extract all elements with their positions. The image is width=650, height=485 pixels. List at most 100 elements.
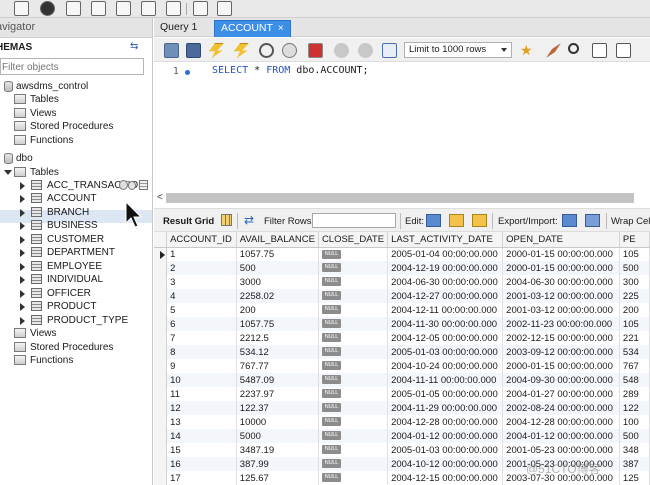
expand-toggle-icon[interactable]	[20, 195, 25, 203]
table-cell[interactable]: 2004-06-30 00:00:00.000	[502, 275, 620, 289]
row-header[interactable]	[154, 387, 168, 401]
stop-icon[interactable]	[282, 43, 297, 58]
new-sql-tab-icon[interactable]	[14, 1, 29, 16]
scroll-left-icon[interactable]: <	[157, 192, 163, 203]
table-cell[interactable]: 1057.75	[236, 317, 319, 331]
row-header[interactable]	[154, 275, 168, 289]
toggle-stop-on-error-icon[interactable]	[308, 43, 323, 58]
wrench-icon[interactable]	[128, 181, 136, 190]
table-cell[interactable]: 2005-01-05 00:00:00.000	[387, 387, 504, 401]
table-cell[interactable]: 7	[166, 331, 237, 345]
table-row[interactable]: 4 2258.02 NULL 2004-12-27 00:00:00.000 2001-…	[154, 289, 650, 303]
refresh-icon[interactable]: ⇄	[244, 214, 254, 226]
table-row[interactable]: 15 3487.19 NULL 2005-01-03 00:00:00.000 2001…	[154, 443, 650, 457]
table-cell[interactable]: 2237.97	[236, 387, 319, 401]
grid-view-icon[interactable]	[221, 214, 232, 226]
table-cell[interactable]: 767	[619, 359, 650, 373]
table-row[interactable]: 14 5000 NULL 2004-01-12 00:00:00.000 2004-01…	[154, 429, 650, 443]
row-header[interactable]	[154, 401, 168, 415]
scrollbar-thumb[interactable]	[166, 193, 634, 203]
add-snippet-icon[interactable]: ★	[520, 43, 535, 58]
table-cell-null[interactable]: NULL	[318, 303, 389, 317]
table-cell[interactable]: 122	[619, 401, 650, 415]
create-table-icon[interactable]	[91, 1, 106, 16]
table-cell[interactable]: 105	[619, 317, 650, 331]
table-cell[interactable]: 2005-01-04 00:00:00.000	[387, 247, 504, 261]
table-cell[interactable]: 2258.02	[236, 289, 319, 303]
table-cell[interactable]: 534	[619, 345, 650, 359]
expand-toggle-icon[interactable]	[20, 222, 25, 230]
table-cell-null[interactable]: NULL	[318, 387, 389, 401]
table-cell[interactable]: 2004-12-11 00:00:00.000	[387, 303, 504, 317]
table-cell[interactable]: 4	[166, 289, 237, 303]
create-schema-icon[interactable]	[66, 1, 81, 16]
row-header[interactable]	[154, 317, 168, 331]
explain-icon[interactable]	[259, 43, 274, 58]
table-cell[interactable]: 10	[166, 373, 237, 387]
row-header[interactable]	[154, 359, 168, 373]
execute-icon[interactable]	[209, 43, 224, 58]
table-cell[interactable]: 500	[619, 261, 650, 275]
table-cell[interactable]: 2000-01-15 00:00:00.000	[502, 247, 620, 261]
table-cell[interactable]: 2004-12-28 00:00:00.000	[502, 415, 620, 429]
table-cell[interactable]: 6	[166, 317, 237, 331]
table-row[interactable]: 6 1057.75 NULL 2004-11-30 00:00:00.000 2002-…	[154, 317, 650, 331]
table-row[interactable]: 1 1057.75 NULL 2005-01-04 00:00:00.000 2000-…	[154, 247, 650, 261]
expand-toggle-icon[interactable]	[20, 290, 25, 298]
table-cell[interactable]: 2004-01-27 00:00:00.000	[502, 387, 620, 401]
expand-toggle-icon[interactable]	[20, 249, 25, 257]
table-cell[interactable]: 2005-01-03 00:00:00.000	[387, 345, 504, 359]
execute-current-icon[interactable]	[234, 43, 249, 58]
table-cell[interactable]: 200	[236, 303, 319, 317]
wrap-cell-label[interactable]: Wrap Cell	[611, 216, 650, 227]
create-procedure-icon[interactable]	[141, 1, 156, 16]
column-header[interactable]: AVAIL_BALANCE	[236, 232, 319, 248]
table-cell[interactable]: 387	[619, 457, 650, 471]
info-icon[interactable]	[40, 1, 55, 16]
create-view-icon[interactable]	[116, 1, 131, 16]
invisible-chars-icon[interactable]	[592, 43, 607, 58]
info-icon[interactable]	[119, 180, 128, 190]
table-cell[interactable]: 225	[619, 289, 650, 303]
row-header[interactable]	[154, 289, 168, 303]
table-cell-null[interactable]: NULL	[318, 457, 389, 471]
row-header[interactable]	[154, 331, 168, 345]
row-header[interactable]	[154, 471, 168, 485]
row-header[interactable]	[154, 429, 168, 443]
table-data-icon[interactable]	[139, 180, 148, 190]
table-cell[interactable]: 3000	[236, 275, 319, 289]
table-cell[interactable]: 200	[619, 303, 650, 317]
table-cell[interactable]: 2003-09-12 00:00:00.000	[502, 345, 620, 359]
table-cell[interactable]: 8	[166, 345, 237, 359]
table-cell[interactable]: 2000-01-15 00:00:00.000	[502, 359, 620, 373]
table-cell[interactable]: 2000-01-15 00:00:00.000	[502, 261, 620, 275]
beautify-icon[interactable]	[546, 43, 561, 58]
expand-toggle-icon[interactable]	[20, 303, 25, 311]
row-header[interactable]	[154, 261, 168, 275]
search-table-icon[interactable]	[193, 1, 208, 16]
table-cell[interactable]: 767.77	[236, 359, 319, 373]
table-cell[interactable]: 2212.5	[236, 331, 319, 345]
table-cell-null[interactable]: NULL	[318, 429, 389, 443]
tree-table-acc-transaction[interactable]: ACC_TRANSACTION	[0, 179, 152, 192]
delete-row-icon[interactable]	[472, 214, 487, 227]
refresh-icon[interactable]: ⇆	[130, 42, 140, 52]
table-cell[interactable]: 2002-08-24 00:00:00.000	[502, 401, 620, 415]
table-cell[interactable]: 2001-05-23 00:00:00.000	[502, 443, 620, 457]
table-cell[interactable]: 387.99	[236, 457, 319, 471]
table-row[interactable]: 11 2237.97 NULL 2005-01-05 00:00:00.000 2004…	[154, 387, 650, 401]
filter-rows-input[interactable]	[312, 213, 396, 228]
table-cell-null[interactable]: NULL	[318, 401, 389, 415]
tab-account[interactable]: ACCOUNT ×	[214, 20, 291, 37]
reconnect-icon[interactable]	[217, 1, 232, 16]
table-cell[interactable]: 15	[166, 443, 237, 457]
table-row[interactable]: 10 5487.09 NULL 2004-11-11 00:00:00.000 2004…	[154, 373, 650, 387]
table-cell[interactable]: 289	[619, 387, 650, 401]
table-cell[interactable]: 13	[166, 415, 237, 429]
table-cell-null[interactable]: NULL	[318, 247, 389, 261]
open-file-icon[interactable]	[164, 43, 179, 58]
edit-row-icon[interactable]	[426, 214, 441, 227]
table-cell[interactable]: 2005-01-03 00:00:00.000	[387, 443, 504, 457]
table-cell-null[interactable]: NULL	[318, 275, 389, 289]
table-cell[interactable]: 5487.09	[236, 373, 319, 387]
